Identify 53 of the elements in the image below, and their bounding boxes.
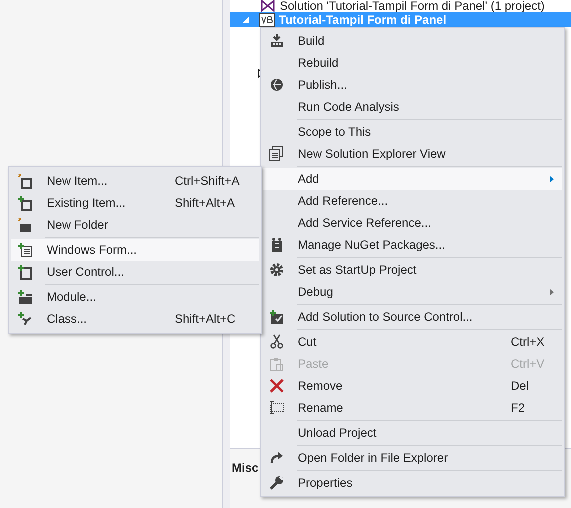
menu-item[interactable]: New Folder xyxy=(11,214,259,236)
menu-item[interactable]: Existing Item... Shift+Alt+A xyxy=(11,192,259,214)
menu-item[interactable]: Windows Form... xyxy=(11,239,259,261)
menu-item[interactable]: Add Reference... xyxy=(263,190,562,212)
rename-icon xyxy=(269,400,285,416)
clipboard-icon xyxy=(269,356,285,372)
package-icon xyxy=(269,237,285,253)
menu-item[interactable]: User Control... xyxy=(11,261,259,283)
menu-item[interactable]: Add Service Reference... xyxy=(263,212,562,234)
project-icon xyxy=(259,12,275,26)
tree-item[interactable]: Solution 'Tutorial-Tampil Form di Panel' (1 project) xyxy=(230,0,571,12)
menu-item[interactable]: Manage NuGet Packages... xyxy=(263,234,562,256)
tree-label: Solution 'Tutorial-Tampil Form di Panel' (1 project) xyxy=(280,0,545,12)
wrench-icon xyxy=(269,475,285,491)
menu-item[interactable]: Scope to This xyxy=(263,121,562,143)
build-icon xyxy=(269,33,285,49)
menu-item[interactable]: Open Folder in File Explorer xyxy=(263,447,562,469)
menu-item[interactable]: Rename F2 xyxy=(263,397,562,419)
collapse-arrow-icon[interactable] xyxy=(242,16,250,24)
menu-item[interactable]: Run Code Analysis xyxy=(263,96,562,118)
menu-item[interactable]: Debug xyxy=(263,281,562,303)
menu-item[interactable]: Remove Del xyxy=(263,375,562,397)
module-icon xyxy=(17,289,33,305)
tree-label: Tutorial-Tampil Form di Panel xyxy=(279,12,447,28)
menu-item[interactable]: New Solution Explorer View xyxy=(263,143,562,165)
menu-item[interactable]: Module... xyxy=(11,286,259,308)
submenu-arrow-icon xyxy=(550,176,554,182)
close-icon xyxy=(269,378,285,394)
menu-item[interactable]: Publish... xyxy=(263,74,562,96)
add-item-icon xyxy=(17,195,33,211)
scissors-icon xyxy=(269,334,285,350)
menu-item[interactable]: Class... Shift+Alt+C xyxy=(11,308,259,330)
add-source-icon xyxy=(269,309,285,325)
new-item-icon xyxy=(17,173,33,189)
form-icon xyxy=(17,242,33,258)
redo-icon xyxy=(269,450,285,466)
category-heading: Misc xyxy=(232,461,259,475)
class-icon xyxy=(17,311,33,327)
menu-item[interactable]: Cut Ctrl+X xyxy=(263,331,562,353)
menu-item[interactable]: Build xyxy=(263,30,562,52)
gear-icon xyxy=(269,262,285,278)
menu-item[interactable]: Add Solution to Source Control... xyxy=(263,306,562,328)
solution-icon xyxy=(260,0,276,13)
menu-item[interactable]: Rebuild xyxy=(263,52,562,74)
menu-item[interactable]: Unload Project xyxy=(263,422,562,444)
control-icon xyxy=(17,264,33,280)
menu-item[interactable]: Add xyxy=(263,168,562,190)
menu-item[interactable]: Set as StartUp Project xyxy=(263,259,562,281)
new-folder-icon xyxy=(17,217,33,233)
menu-item[interactable]: New Item... Ctrl+Shift+A xyxy=(11,170,259,192)
submenu-arrow-icon xyxy=(550,288,554,296)
window-icon xyxy=(269,146,285,162)
menu-item[interactable]: Properties xyxy=(263,472,562,494)
